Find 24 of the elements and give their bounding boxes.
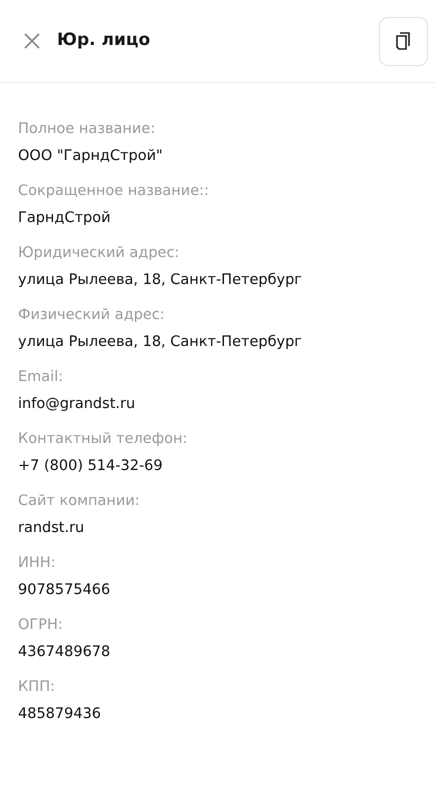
field-label: Физический адрес: — [18, 306, 166, 325]
field-value: +7 (800) 514-32-69 — [18, 457, 164, 476]
field-label: Контактный телефон: — [18, 430, 188, 449]
field-label: КПП: — [18, 678, 56, 697]
field-value: 9078575466 — [18, 581, 112, 600]
field-value: улица Рылеева, 18, Санкт-Петербург — [18, 271, 303, 290]
field-label: Юридический адрес: — [18, 244, 180, 263]
copy-button[interactable] — [379, 16, 428, 66]
field-label: Email: — [18, 368, 64, 387]
field-value: 4367489678 — [18, 643, 112, 662]
field-value: 485879436 — [18, 705, 102, 724]
panel-title: Юр. лицо — [57, 29, 150, 52]
field-value: info@grandst.ru — [18, 395, 136, 414]
field-label: ОГРН: — [18, 616, 64, 635]
field-value: ГарндСтрой — [18, 209, 112, 228]
field-label: ИНН: — [18, 554, 57, 573]
close-icon — [24, 33, 40, 49]
copy-icon — [394, 31, 412, 51]
field-value: ООО "ГарндСтрой" — [18, 147, 164, 166]
field-value: улица Рылеева, 18, Санкт-Петербург — [18, 333, 303, 352]
field-label: Сокращенное название:: — [18, 182, 210, 201]
field-label: Полное название: — [18, 120, 156, 139]
field-value: randst.ru — [18, 519, 86, 538]
field-label: Сайт компании: — [18, 492, 141, 511]
